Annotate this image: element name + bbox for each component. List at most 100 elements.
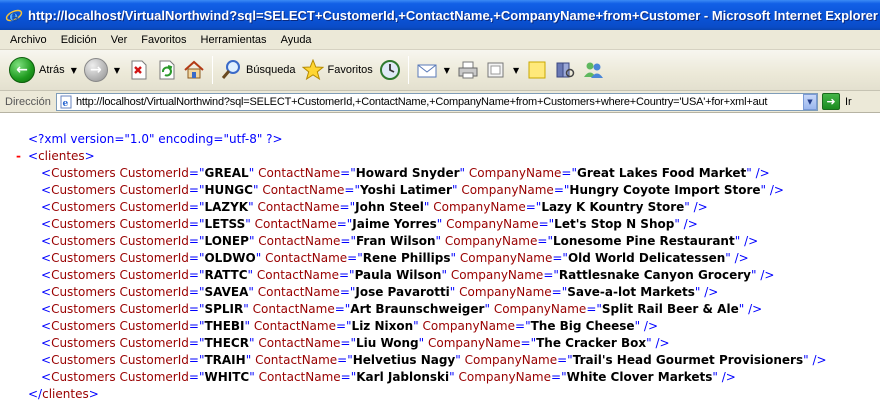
attr-name: CompanyName (422, 319, 516, 333)
attr-quote: " (248, 166, 255, 180)
refresh-button[interactable] (152, 53, 180, 87)
attr-name: ContactName (258, 336, 341, 350)
attr-equals: =" (552, 251, 568, 265)
attr-value-CompanyName: Save-a-lot Markets (567, 285, 695, 299)
attr-name: ContactName (253, 319, 336, 333)
menu-item-4[interactable]: Herramientas (194, 34, 274, 46)
attr-value-CustomerId: SPLIR (204, 302, 244, 316)
attr-value-CompanyName: Hungry Coyote Import Store (569, 183, 761, 197)
mail-button[interactable] (413, 53, 441, 87)
messenger-button[interactable] (579, 53, 607, 87)
element-tag-name: Customers (51, 183, 116, 197)
attr-value-ContactName: Rene Phillips (362, 251, 451, 265)
attr-equals: =" (538, 217, 555, 231)
attr-quote: " (459, 166, 466, 180)
attr-value-CustomerId: LETSS (204, 217, 246, 231)
attr-value-CustomerId: LAZYK (204, 200, 249, 214)
printer-icon (458, 61, 478, 79)
attr-equals: =" (340, 166, 356, 180)
attr-value-CustomerId: HUNGC (204, 183, 253, 197)
mail-dropdown-icon[interactable]: ▼ (444, 66, 450, 75)
address-input[interactable]: e http://localhost/VirtualNorthwind?sql=… (56, 93, 818, 111)
forward-dropdown-icon[interactable]: ▼ (114, 66, 120, 75)
attr-value-CompanyName: Split Rail Beer & Ale (601, 302, 739, 316)
magnifier-icon (221, 60, 240, 79)
attr-quote: " (245, 353, 252, 367)
back-dropdown-icon[interactable]: ▼ (71, 66, 77, 75)
xml-document-view: <?xml version="1.0" encoding="utf-8" ?> … (0, 114, 880, 419)
attr-name: CustomerId (119, 336, 189, 350)
attr-equals: =" (553, 183, 570, 197)
search-button[interactable]: Búsqueda (217, 53, 299, 87)
menu-item-5[interactable]: Ayuda (274, 34, 319, 46)
self-close-bracket: /> (689, 200, 708, 214)
research-icon (556, 62, 575, 78)
forward-button[interactable]: → (81, 53, 111, 87)
element-tag-name: Customers (51, 268, 116, 282)
collapse-toggle[interactable]: - (16, 148, 21, 165)
stop-button[interactable] (124, 53, 152, 87)
attr-equals: =" (543, 268, 559, 282)
go-arrow-icon: ➜ (822, 93, 840, 110)
xml-root-close: </clientes> (28, 387, 99, 401)
attr-quote: " (413, 319, 419, 333)
open-bracket: < (41, 217, 52, 231)
menu-item-1[interactable]: Edición (54, 34, 104, 46)
attr-name: ContactName (255, 353, 338, 367)
attr-name: CustomerId (119, 251, 189, 265)
attr-value-ContactName: Karl Jablonski (356, 370, 450, 384)
xml-customer-element: <Customers CustomerId="LAZYK" ContactNam… (0, 199, 880, 216)
menu-item-2[interactable]: Ver (104, 34, 135, 46)
xml-customer-element: <Customers CustomerId="WHITC" ContactNam… (0, 369, 880, 386)
xml-customer-element: <Customers CustomerId="THECR" ContactNam… (0, 335, 880, 352)
print-button[interactable] (454, 53, 482, 87)
attr-name: CustomerId (119, 268, 189, 282)
attr-equals: =" (188, 234, 205, 248)
attr-quote: " (249, 370, 255, 384)
address-dropdown-icon[interactable]: ▼ (803, 94, 817, 110)
attr-quote: " (455, 353, 461, 367)
attr-equals: =" (188, 370, 205, 384)
address-url: http://localhost/VirtualNorthwind?sql=SE… (76, 96, 768, 108)
attr-name: CompanyName (450, 268, 544, 282)
svg-text:e: e (63, 99, 69, 109)
attr-name: ContactName (258, 370, 341, 384)
favorites-button[interactable]: Favoritos (299, 53, 376, 87)
open-bracket: < (41, 200, 52, 214)
root-tag-name: clientes (42, 387, 89, 401)
attr-equals: =" (537, 234, 553, 248)
xml-customer-element: <Customers CustomerId="TRAIH" ContactNam… (0, 352, 880, 369)
element-tag-name: Customers (51, 200, 116, 214)
attr-value-CustomerId: OLDWO (204, 251, 256, 265)
edit-button[interactable] (482, 53, 510, 87)
menu-item-3[interactable]: Favoritos (134, 34, 193, 46)
open-bracket: < (41, 353, 52, 367)
attr-value-ContactName: Art Braunschweiger (350, 302, 485, 316)
open-bracket: < (41, 234, 52, 248)
research-button[interactable] (551, 53, 579, 87)
attr-equals: =" (188, 183, 205, 197)
discuss-button[interactable] (523, 53, 551, 87)
back-button[interactable]: ← Atrás (6, 53, 68, 87)
self-close-bracket: /> (700, 285, 719, 299)
menu-item-0[interactable]: Archivo (3, 34, 54, 46)
edit-dropdown-icon[interactable]: ▼ (513, 66, 519, 75)
attr-name: CustomerId (119, 285, 189, 299)
element-tag-name: Customers (51, 353, 116, 367)
attr-quote: " (247, 268, 254, 282)
attr-value-CustomerId: TRAIH (204, 353, 246, 367)
title-bar[interactable]: e http://localhost/VirtualNorthwind?sql=… (0, 0, 880, 30)
svg-text:e: e (9, 7, 19, 24)
xml-customer-element: <Customers CustomerId="LETSS" ContactNam… (0, 216, 880, 233)
self-close-bracket: /> (744, 302, 763, 316)
attr-value-CustomerId: LONEP (204, 234, 249, 248)
attr-quote: " (436, 217, 443, 231)
attr-equals: =" (188, 336, 205, 350)
star-icon (301, 59, 324, 81)
attr-quote: " (450, 251, 457, 265)
history-button[interactable] (376, 53, 404, 87)
go-button[interactable]: ➜ Ir (822, 93, 852, 110)
element-tag-name: Customers (51, 234, 116, 248)
home-button[interactable] (180, 53, 208, 87)
attr-value-CustomerId: WHITC (204, 370, 250, 384)
